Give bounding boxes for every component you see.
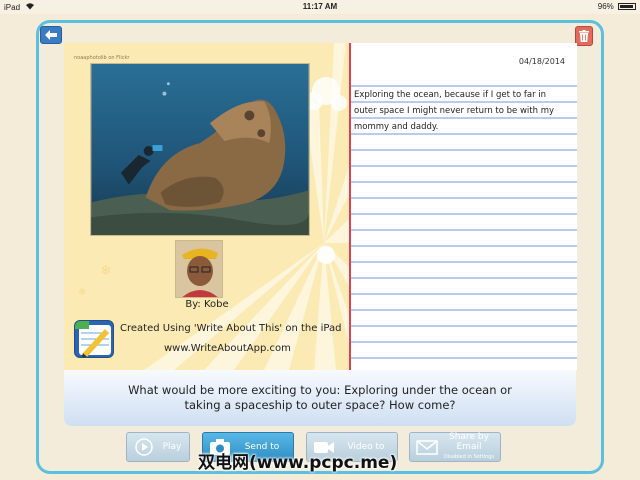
play-button[interactable]: Play [126,432,190,462]
share-by-email-button[interactable]: Share by Email Disabled in Settings [409,432,501,462]
status-bar: iPad 11:17 AM 96% [0,0,640,14]
entry-date: 04/18/2014 [518,57,565,66]
back-arrow-icon [45,30,57,40]
author-byline: By: Kobe [185,299,229,310]
play-icon [133,436,155,458]
margin-line [349,43,351,370]
status-time: 11:17 AM [302,2,338,11]
author-photo [176,241,222,297]
site-watermark: 双电网(www.pcpc.me) [198,453,398,473]
battery-percent: 96% [597,2,614,11]
journal-image-panel: ❄ ❄ noaaphotolib on Flickr By: Kobe Crea… [64,43,350,370]
author-avatar [175,240,223,298]
photo-credit: noaaphotolib on Flickr [74,55,130,61]
email-button-subtitle: Disabled in Settings [444,454,494,460]
svg-text:❄: ❄ [100,263,112,279]
journal-text-panel[interactable]: 04/18/2014 Exploring the ocean, because … [349,43,577,370]
svg-text:❄: ❄ [78,287,86,298]
underwater-photo [90,63,310,236]
pencil-logo-icon [75,321,111,357]
trash-icon [579,30,589,42]
status-right: 96% [598,2,636,11]
back-button[interactable] [40,26,62,44]
battery-icon [618,3,636,11]
battery-fill [620,5,634,9]
envelope-icon [416,436,438,458]
email-button-title: Share by Email [449,432,489,452]
play-button-label: Play [162,442,182,452]
app-website-link[interactable]: www.WriteAboutApp.com [164,343,291,354]
journal-entry-text[interactable]: Exploring the ocean, because if I get to… [354,87,569,135]
email-button-label: Share by Email Disabled in Settings [438,432,500,462]
app-logo [74,320,114,358]
app-credit-text: Created Using 'Write About This' on the … [120,323,342,334]
writing-prompt: What would be more exciting to you: Expl… [64,370,576,426]
delete-button[interactable] [575,26,593,46]
